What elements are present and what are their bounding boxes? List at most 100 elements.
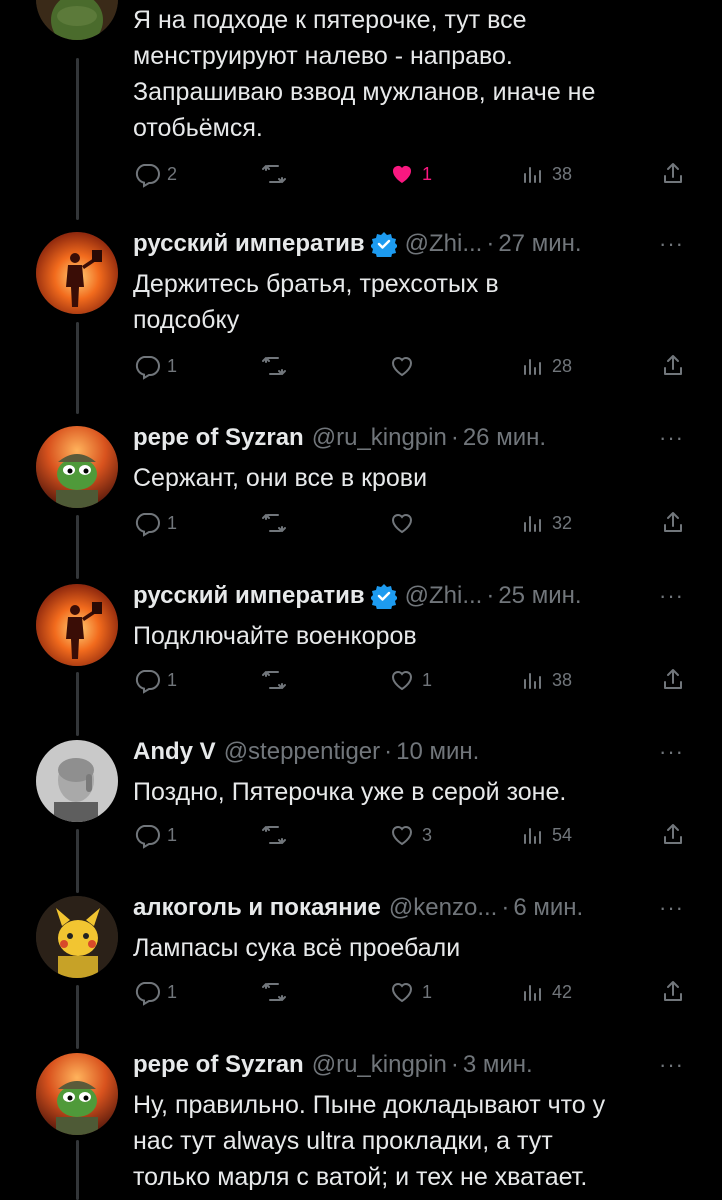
like-button[interactable]: 1 — [388, 976, 432, 1008]
tweet-text: Я на подходе к пятерочке, тут все менстр… — [133, 2, 682, 146]
heart-icon — [388, 821, 416, 849]
retweet-icon — [260, 821, 288, 849]
share-button[interactable] — [659, 819, 687, 851]
display-name[interactable]: русский императив — [133, 580, 365, 612]
tweet[interactable]: алкоголь и покаяние @kenzo... · 6 мин. ·… — [0, 892, 722, 1012]
like-button[interactable]: 3 — [388, 819, 432, 851]
tweet-text-line: отобьёмся. — [133, 114, 263, 142]
tweet[interactable]: pepe of Syzran @ru_kingpin · 3 мин. ··· … — [0, 1049, 722, 1200]
user-handle[interactable]: @ru_kingpin — [312, 422, 447, 454]
ellipsis-icon[interactable]: ··· — [659, 580, 684, 612]
retweet-icon — [260, 666, 288, 694]
bar-chart-icon — [518, 509, 546, 537]
tweet-text-line: подсобку — [133, 306, 240, 334]
like-count: 1 — [422, 669, 433, 690]
timestamp[interactable]: 25 мин. — [498, 580, 581, 612]
avatar[interactable] — [36, 232, 118, 314]
retweet-button[interactable] — [260, 158, 288, 190]
avatar[interactable] — [36, 0, 118, 40]
ellipsis-icon[interactable]: ··· — [659, 736, 684, 768]
heart-icon — [388, 509, 416, 537]
views-button[interactable]: 32 — [518, 507, 572, 539]
reply-button[interactable]: 1 — [133, 819, 177, 851]
ellipsis-icon[interactable]: ··· — [659, 422, 684, 454]
tweet[interactable]: Я на подходе к пятерочке, тут все менстр… — [0, 0, 722, 200]
share-button[interactable] — [659, 976, 687, 1008]
share-upload-icon — [659, 509, 687, 537]
views-button[interactable]: 42 — [518, 976, 572, 1008]
user-handle[interactable]: @Zhi... — [405, 228, 483, 260]
separator-dot: · — [486, 230, 495, 257]
views-button[interactable]: 54 — [518, 819, 572, 851]
retweet-button[interactable] — [260, 976, 288, 1008]
bar-chart-icon — [518, 160, 546, 188]
reply-button[interactable]: 1 — [133, 976, 177, 1008]
like-button[interactable]: 1 — [388, 664, 432, 696]
display-name[interactable]: pepe of Syzran — [133, 422, 304, 454]
timestamp[interactable]: 6 мин. — [513, 892, 583, 924]
user-handle[interactable]: @ru_kingpin — [312, 1049, 447, 1081]
share-upload-icon — [659, 821, 687, 849]
display-name[interactable]: алкоголь и покаяние — [133, 892, 381, 924]
separator-dot: · — [450, 424, 459, 451]
tweet-text-line: Сержант, они все в крови — [133, 464, 428, 492]
views-count: 42 — [552, 981, 573, 1002]
tweet[interactable]: русский императив @Zhi... · 25 мин. ··· … — [0, 580, 722, 700]
reply-button[interactable]: 1 — [133, 664, 177, 696]
share-upload-icon — [659, 352, 687, 380]
ellipsis-icon[interactable]: ··· — [659, 1049, 684, 1081]
tweet[interactable]: русский императив @Zhi... · 27 мин. ··· … — [0, 228, 722, 388]
separator-dot: · — [501, 894, 510, 921]
reply-button[interactable]: 2 — [133, 158, 177, 190]
share-button[interactable] — [659, 664, 687, 696]
avatar[interactable] — [36, 584, 118, 666]
like-button[interactable] — [388, 350, 416, 382]
tweet[interactable]: pepe of Syzran @ru_kingpin · 26 мин. ···… — [0, 422, 722, 542]
display-name[interactable]: Andy V — [133, 736, 216, 768]
like-count: 1 — [422, 981, 433, 1002]
retweet-button[interactable] — [260, 350, 288, 382]
separator-dot: · — [486, 582, 495, 609]
avatar[interactable] — [36, 1053, 118, 1135]
user-handle[interactable]: @Zhi... — [405, 580, 483, 612]
retweet-icon — [260, 509, 288, 537]
tweet-actions: 1 32 — [133, 507, 693, 539]
tweet[interactable]: Andy V @steppentiger · 10 мин. ··· Поздн… — [0, 736, 722, 856]
tweet-text-line: только марля с ватой; и тех не хватает. — [133, 1163, 588, 1191]
reply-button[interactable]: 1 — [133, 350, 177, 382]
views-button[interactable]: 38 — [518, 664, 572, 696]
retweet-button[interactable] — [260, 507, 288, 539]
views-button[interactable]: 38 — [518, 158, 572, 190]
share-button[interactable] — [659, 158, 687, 190]
share-button[interactable] — [659, 350, 687, 382]
avatar[interactable] — [36, 740, 118, 822]
like-button[interactable] — [388, 507, 416, 539]
user-handle[interactable]: @steppentiger — [224, 736, 380, 768]
user-handle[interactable]: @kenzo... — [389, 892, 497, 924]
retweet-button[interactable] — [260, 664, 288, 696]
retweet-button[interactable] — [260, 819, 288, 851]
ellipsis-icon[interactable]: ··· — [659, 892, 684, 924]
like-button[interactable]: 1 — [388, 158, 432, 190]
heart-icon — [388, 666, 416, 694]
timestamp[interactable]: 10 мин. — [396, 736, 479, 768]
tweet-text-line: Подключайте военкоров — [133, 622, 417, 650]
avatar[interactable] — [36, 426, 118, 508]
verified-badge-icon — [370, 231, 397, 257]
display-name[interactable]: pepe of Syzran — [133, 1049, 304, 1081]
bar-chart-icon — [518, 821, 546, 849]
reply-button[interactable]: 1 — [133, 507, 177, 539]
timestamp[interactable]: 26 мин. — [463, 422, 546, 454]
heart-icon — [388, 352, 416, 380]
tweet-text-line: Поздно, Пятерочка уже в серой зоне. — [133, 778, 567, 806]
share-button[interactable] — [659, 507, 687, 539]
timestamp[interactable]: 3 мин. — [463, 1049, 533, 1081]
avatar[interactable] — [36, 896, 118, 978]
tweet-header: pepe of Syzran @ru_kingpin · 26 мин. — [133, 422, 682, 454]
separator-dot: · — [450, 1051, 459, 1078]
speech-bubble-icon — [133, 978, 161, 1006]
display-name[interactable]: русский императив — [133, 228, 365, 260]
views-button[interactable]: 28 — [518, 350, 572, 382]
timestamp[interactable]: 27 мин. — [498, 228, 581, 260]
ellipsis-icon[interactable]: ··· — [659, 228, 684, 260]
